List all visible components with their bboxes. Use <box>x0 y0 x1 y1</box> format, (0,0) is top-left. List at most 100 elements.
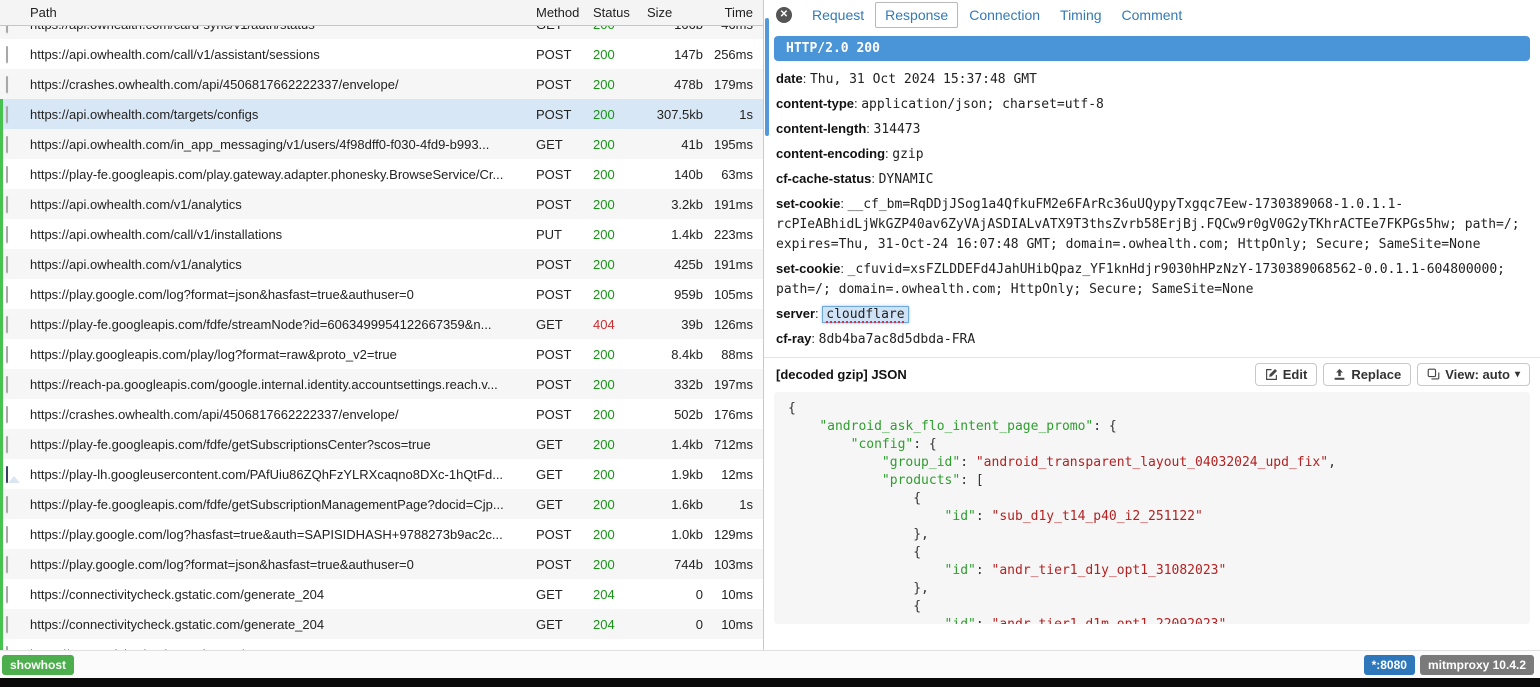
file-icon <box>6 286 8 303</box>
response-header-line: set-cookie: _cfuvid=xsFZLDDEFd4JahUHibQp… <box>776 259 1528 299</box>
replace-button[interactable]: Replace <box>1323 363 1411 386</box>
flow-row[interactable]: https://play.google.com/log?format=json&… <box>0 549 763 579</box>
close-icon[interactable]: ✕ <box>776 7 792 23</box>
flow-path: https://crashes.owhealth.com/api/4506817… <box>30 407 536 422</box>
flow-row[interactable]: https://play-lh.googleusercontent.com/PA… <box>0 459 763 489</box>
header-name[interactable]: date <box>776 71 803 86</box>
icon-cell <box>0 257 30 272</box>
flow-time: 256ms <box>707 47 763 62</box>
tab-connection[interactable]: Connection <box>969 7 1040 23</box>
json-key: "android_ask_flo_intent_page_promo" <box>819 419 1093 434</box>
flow-row[interactable]: https://crashes.owhealth.com/api/4506817… <box>0 69 763 99</box>
tab-response[interactable]: Response <box>875 2 958 28</box>
tab-request[interactable]: Request <box>812 7 864 23</box>
tab-timing[interactable]: Timing <box>1060 7 1102 23</box>
flow-row[interactable]: https://play-fe.googleapis.com/play.gate… <box>0 159 763 189</box>
header-name[interactable]: content-length <box>776 121 866 136</box>
flow-row[interactable]: https://crashes.owhealth.com/api/4506817… <box>0 399 763 429</box>
flow-row[interactable]: https://connectivitycheck.gstatic.com/ge… <box>0 609 763 639</box>
flow-row[interactable]: https://play.google.com/log?format=json&… <box>0 279 763 309</box>
file-icon <box>6 526 8 543</box>
json-punct <box>788 509 945 524</box>
json-value: "andr_tier1_d1y_opt1_31082023" <box>992 563 1227 578</box>
flow-row[interactable]: https://play-fe.googleapis.com/fdfe/getS… <box>0 429 763 459</box>
icon-cell <box>0 107 30 122</box>
flow-size: 3.2kb <box>647 197 707 212</box>
flow-method: POST <box>536 47 593 62</box>
response-body-json[interactable]: { "android_ask_flo_intent_page_promo": {… <box>774 392 1530 624</box>
flow-row[interactable]: https://api.owhealth.com/call/v1/install… <box>0 219 763 249</box>
header-name[interactable]: set-cookie <box>776 196 840 211</box>
flow-row[interactable]: https://play.googleapis.com/play/log?for… <box>0 339 763 369</box>
flow-time: 10ms <box>707 587 763 602</box>
json-punct <box>788 419 819 434</box>
json-punct: : { <box>1093 419 1116 434</box>
flow-method: GET <box>536 467 593 482</box>
flow-row[interactable]: https://api.owhealth.com/card-sync/v1/au… <box>0 26 763 39</box>
header-name[interactable]: set-cookie <box>776 261 840 276</box>
flow-size: 425b <box>647 257 707 272</box>
header-value[interactable]: 314473 <box>874 122 921 137</box>
flow-row[interactable]: https://play-fe.googleapis.com/fdfe/getS… <box>0 489 763 519</box>
header-value[interactable]: Thu, 31 Oct 2024 15:37:48 GMT <box>810 72 1037 87</box>
flow-size: 1.9kb <box>647 467 707 482</box>
flow-row[interactable]: https://api.owhealth.com/v1/analyticsPOS… <box>0 249 763 279</box>
header-value[interactable]: __cf_bm=RqDDjJSog1a4QfkuFM2e6FArRc36uUQy… <box>776 197 1520 252</box>
flow-method: POST <box>536 347 593 362</box>
flow-row[interactable]: https://api.owhealth.com/targets/configs… <box>0 99 763 129</box>
flow-row[interactable]: https://api.owhealth.com/call/v1/assista… <box>0 39 763 69</box>
flow-rows[interactable]: https://api.owhealth.com/card-sync/v1/au… <box>0 26 763 650</box>
response-header-line: cf-cache-status: DYNAMIC <box>776 169 1528 189</box>
header-value[interactable]: 8db4ba7ac8d5dbda-FRA <box>819 332 976 347</box>
flow-time: 88ms <box>707 347 763 362</box>
header-name[interactable]: server <box>776 306 815 321</box>
header-value[interactable]: application/json; charset=utf-8 <box>861 97 1104 112</box>
flow-path: https://crashes.owhealth.com/api/4506817… <box>30 77 536 92</box>
scrollbar-thumb[interactable] <box>765 18 769 136</box>
flow-method: GET <box>536 617 593 632</box>
header-value[interactable]: gzip <box>892 147 923 162</box>
header-name[interactable]: cf-ray <box>776 331 811 346</box>
flow-row[interactable]: https://play.google.com/log?hasfast=true… <box>0 519 763 549</box>
icon-cell <box>0 227 30 242</box>
flow-row[interactable]: https://play-fe.googleapis.com/fdfe/stre… <box>0 309 763 339</box>
view-mode-label: View: auto <box>1445 367 1510 382</box>
column-header-path[interactable]: Path <box>30 5 536 20</box>
header-value[interactable]: cloudflare <box>822 306 908 323</box>
http-status-bar[interactable]: HTTP/2.0 200 <box>774 36 1530 61</box>
flow-row[interactable]: https://reach-pa.googleapis.com/google.i… <box>0 369 763 399</box>
column-header-time[interactable]: Time <box>707 5 763 20</box>
flow-row[interactable]: https://connectivitycheck.gstatic.com/ge… <box>0 579 763 609</box>
json-punct: : { <box>913 437 936 452</box>
flow-status: 200 <box>593 257 647 272</box>
flow-size: 8.4kb <box>647 347 707 362</box>
flow-row[interactable]: https://api.owhealth.com/in_app_messagin… <box>0 129 763 159</box>
header-name[interactable]: content-type <box>776 96 854 111</box>
flow-method: GET <box>536 26 593 32</box>
file-icon <box>6 316 8 333</box>
tab-comment[interactable]: Comment <box>1122 7 1183 23</box>
flow-method: POST <box>536 377 593 392</box>
flow-size: 166b <box>647 26 707 32</box>
column-header-size[interactable]: Size <box>647 5 707 20</box>
json-punct: : <box>976 509 992 524</box>
header-name[interactable]: content-encoding <box>776 146 885 161</box>
flow-method: POST <box>536 257 593 272</box>
flow-time: 197ms <box>707 377 763 392</box>
column-header-method[interactable]: Method <box>536 5 593 20</box>
flow-row[interactable]: https://api.owhealth.com/v1/analyticsPOS… <box>0 189 763 219</box>
view-mode-button[interactable]: View: auto ▾ <box>1417 363 1530 386</box>
column-header-status[interactable]: Status <box>593 5 647 20</box>
header-value[interactable]: _cfuvid=xsFZLDDEFd4JahUHibQpaz_YF1knHdjr… <box>776 262 1505 297</box>
flow-size: 39b <box>647 317 707 332</box>
flow-method: POST <box>536 527 593 542</box>
flow-size: 1.4kb <box>647 437 707 452</box>
file-icon <box>6 76 8 93</box>
edit-button[interactable]: Edit <box>1255 363 1318 386</box>
flow-row[interactable]: https://connectivitycheck.gstatic.com/ge… <box>0 639 763 650</box>
header-value[interactable]: DYNAMIC <box>879 172 934 187</box>
file-icon <box>6 406 8 423</box>
flow-time: 12ms <box>707 467 763 482</box>
json-punct <box>788 473 882 488</box>
header-name[interactable]: cf-cache-status <box>776 171 871 186</box>
